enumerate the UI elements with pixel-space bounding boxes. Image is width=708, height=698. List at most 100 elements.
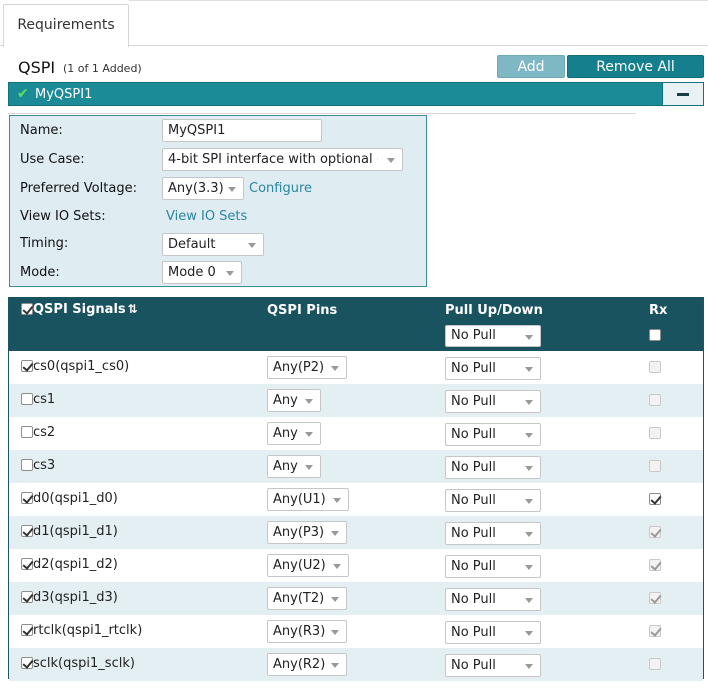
pin-value: Any(R2): [273, 657, 326, 672]
col-pull-header: Pull Up/Down: [445, 303, 543, 318]
signal-checkbox[interactable]: [21, 657, 33, 669]
pin-value: Any: [273, 459, 298, 474]
pin-select[interactable]: Any: [267, 455, 321, 478]
pin-select[interactable]: Any(U1): [267, 488, 349, 511]
signal-checkbox[interactable]: [21, 393, 33, 405]
rx-checkbox: [649, 592, 661, 604]
timing-select[interactable]: Default: [162, 233, 264, 256]
pin-select[interactable]: Any(P3): [267, 521, 347, 544]
io-sets-label: View IO Sets:: [20, 209, 106, 224]
pull-value: No Pull: [451, 526, 496, 541]
chevron-down-icon: [331, 366, 339, 371]
pin-select[interactable]: Any(U2): [267, 554, 349, 577]
rx-checkbox: [649, 658, 661, 670]
voltage-value: Any(3.3): [168, 181, 224, 196]
use-case-value: 4-bit SPI interface with optional (: [168, 152, 378, 167]
collapse-button[interactable]: [662, 82, 704, 106]
rx-checkbox: [649, 361, 661, 373]
chevron-down-icon: [248, 243, 256, 248]
select-all-checkbox[interactable]: [21, 303, 33, 315]
rx-all-checkbox[interactable]: [649, 329, 661, 341]
chevron-down-icon: [331, 630, 339, 635]
signal-checkbox[interactable]: [21, 492, 33, 504]
pull-select[interactable]: No Pull: [445, 390, 541, 413]
instance-header-bar[interactable]: ✔ MyQSPI1: [8, 82, 704, 106]
name-input[interactable]: MyQSPI1: [162, 119, 322, 142]
remove-all-button[interactable]: Remove All: [567, 55, 704, 78]
pull-value: No Pull: [451, 493, 496, 508]
pull-select[interactable]: No Pull: [445, 357, 541, 380]
pull-select[interactable]: No Pull: [445, 555, 541, 578]
tab-strip: Requirements: [0, 0, 708, 47]
pin-select[interactable]: Any(P2): [267, 356, 347, 379]
view-io-sets-link[interactable]: View IO Sets: [166, 209, 247, 224]
pin-value: Any(R3): [273, 624, 326, 639]
divider: [8, 113, 636, 114]
pull-all-value: No Pull: [451, 328, 496, 343]
pull-value: No Pull: [451, 394, 496, 409]
pull-all-select[interactable]: No Pull: [445, 325, 541, 347]
pin-value: Any: [273, 426, 298, 441]
tab-requirements[interactable]: Requirements: [3, 4, 129, 47]
mode-label: Mode:: [20, 265, 60, 280]
signal-checkbox[interactable]: [21, 525, 33, 537]
pull-select[interactable]: No Pull: [445, 456, 541, 479]
table-row: d1(qspi1_d1) Any(P3) No Pull: [9, 516, 703, 549]
chevron-down-icon: [525, 598, 533, 603]
table-row: cs0(qspi1_cs0) Any(P2) No Pull: [9, 351, 703, 384]
use-case-select[interactable]: 4-bit SPI interface with optional (: [162, 148, 403, 171]
configure-link[interactable]: Configure: [249, 181, 312, 196]
pin-value: Any(T2): [273, 591, 325, 606]
signal-checkbox[interactable]: [21, 558, 33, 570]
chevron-down-icon: [305, 399, 313, 404]
col-signals-header[interactable]: QSPI Signals ⇅: [33, 302, 138, 317]
mode-value: Mode 0: [168, 265, 216, 280]
pin-select[interactable]: Any: [267, 389, 321, 412]
table-row: cs2 Any No Pull: [9, 417, 703, 450]
pin-select[interactable]: Any: [267, 422, 321, 445]
signal-name: sclk(qspi1_sclk): [33, 656, 135, 671]
pull-select[interactable]: No Pull: [445, 423, 541, 446]
signal-name: cs0(qspi1_cs0): [33, 359, 130, 374]
pin-select[interactable]: Any(R3): [267, 620, 347, 643]
signal-checkbox[interactable]: [21, 426, 33, 438]
timing-value: Default: [168, 237, 216, 252]
chevron-down-icon: [525, 335, 533, 340]
pin-select[interactable]: Any(T2): [267, 587, 347, 610]
chevron-down-icon: [525, 367, 533, 372]
mode-select[interactable]: Mode 0: [162, 261, 242, 284]
signal-name: cs2: [33, 425, 56, 440]
chevron-down-icon: [228, 187, 236, 192]
signal-checkbox[interactable]: [21, 591, 33, 603]
chevron-down-icon: [525, 466, 533, 471]
voltage-select[interactable]: Any(3.3): [162, 177, 244, 200]
pin-select[interactable]: Any(R2): [267, 653, 347, 676]
pull-select[interactable]: No Pull: [445, 588, 541, 611]
use-case-label: Use Case:: [20, 152, 85, 167]
pull-select[interactable]: No Pull: [445, 654, 541, 677]
add-button[interactable]: Add: [497, 55, 565, 78]
pull-select[interactable]: No Pull: [445, 522, 541, 545]
table-row: d0(qspi1_d0) Any(U1) No Pull: [9, 483, 703, 516]
signal-checkbox[interactable]: [21, 459, 33, 471]
chevron-down-icon: [305, 432, 313, 437]
table-row: rtclk(qspi1_rtclk) Any(R3) No Pull: [9, 615, 703, 648]
chevron-down-icon: [525, 433, 533, 438]
pin-value: Any(P2): [273, 360, 325, 375]
signal-name: cs3: [33, 458, 56, 473]
pull-value: No Pull: [451, 592, 496, 607]
signal-checkbox[interactable]: [21, 624, 33, 636]
pull-value: No Pull: [451, 460, 496, 475]
signal-name: cs1: [33, 392, 56, 407]
sort-icon[interactable]: ⇅: [128, 302, 138, 316]
pull-select[interactable]: No Pull: [445, 621, 541, 644]
peripheral-title: QSPI: [18, 58, 56, 77]
table-row: cs3 Any No Pull: [9, 450, 703, 483]
pull-select[interactable]: No Pull: [445, 489, 541, 512]
signal-checkbox[interactable]: [21, 360, 33, 372]
rx-checkbox[interactable]: [649, 493, 661, 505]
chevron-down-icon: [525, 565, 533, 570]
pin-value: Any: [273, 393, 298, 408]
table-row: d2(qspi1_d2) Any(U2) No Pull: [9, 549, 703, 582]
pull-value: No Pull: [451, 625, 496, 640]
